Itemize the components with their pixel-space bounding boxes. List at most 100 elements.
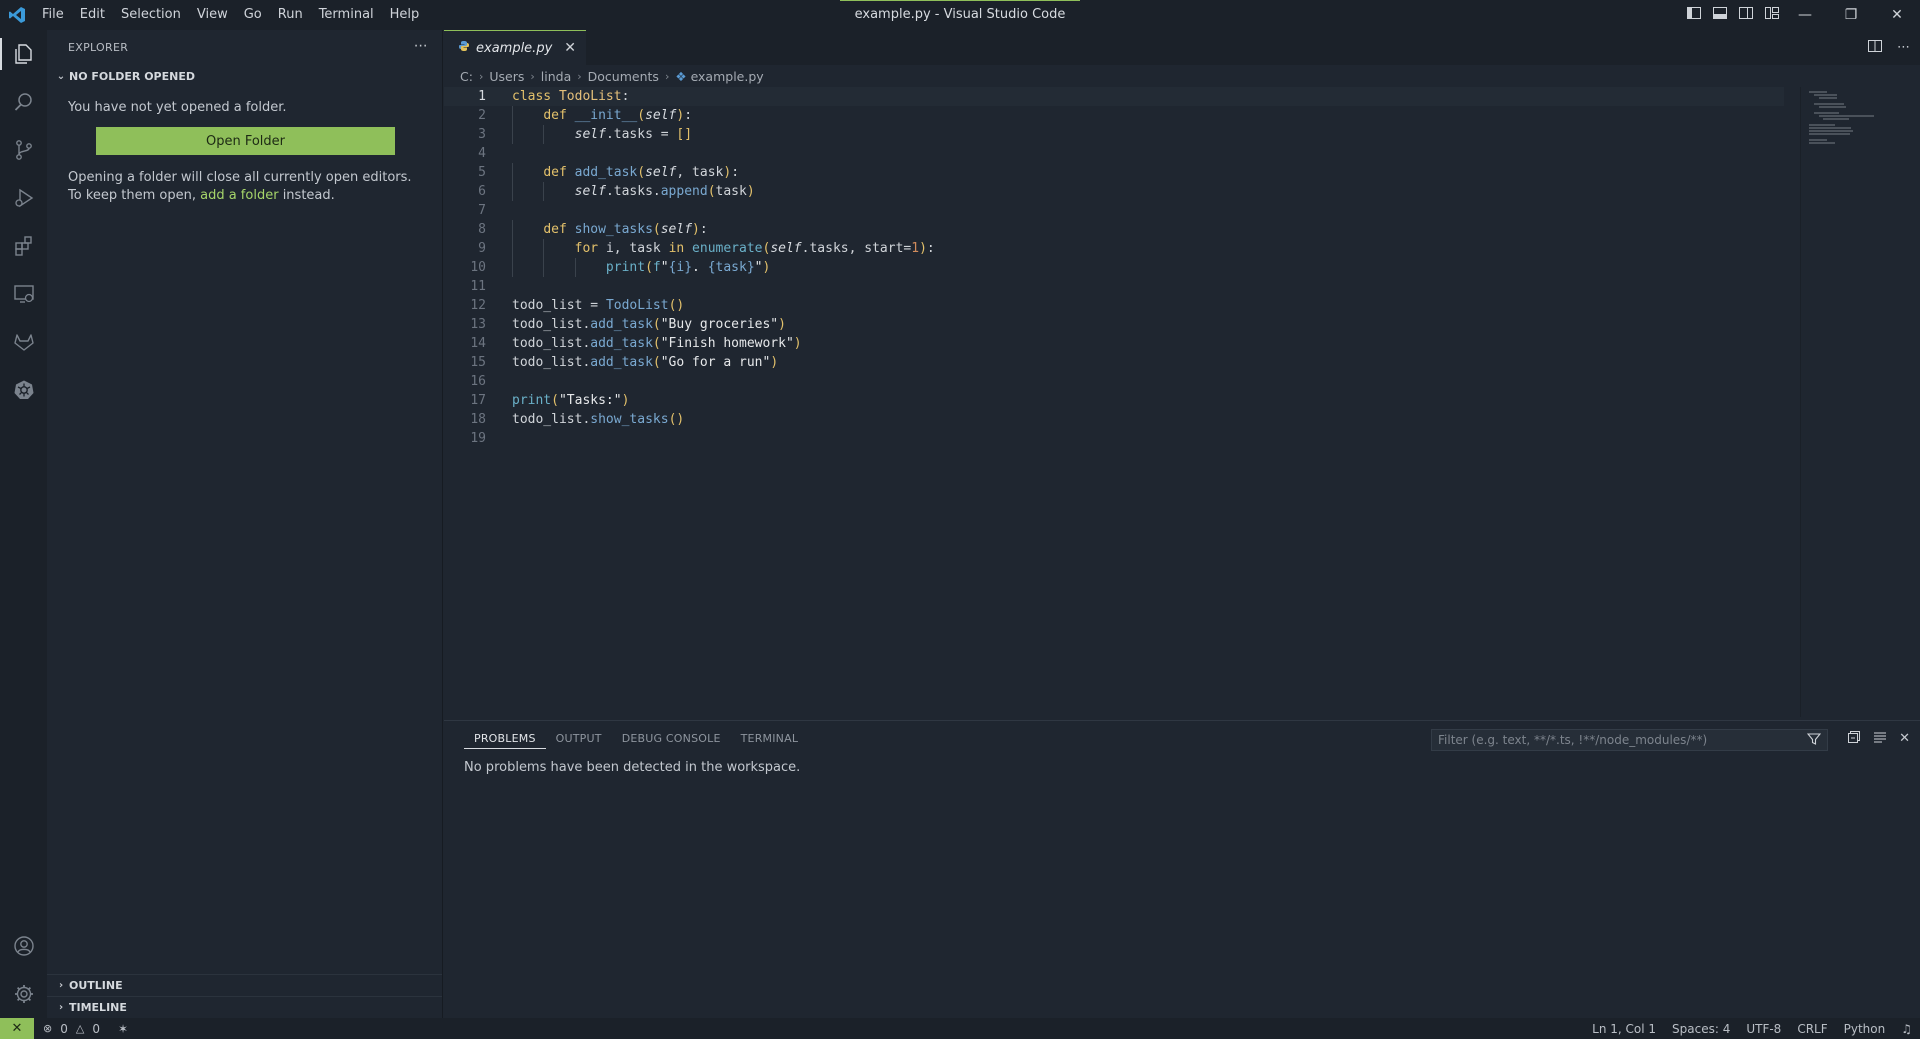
menu-file[interactable]: File: [34, 0, 72, 30]
timeline-section-header[interactable]: › TIMELINE: [47, 996, 442, 1018]
menu-view[interactable]: View: [189, 0, 236, 30]
accounts-icon[interactable]: [0, 922, 47, 970]
code-text: self.tasks.append(task): [574, 184, 755, 199]
toggle-secondary-sidebar-icon[interactable]: [1738, 5, 1754, 25]
problems-filter-input[interactable]: Filter (e.g. text, **/*.ts, !**/node_mod…: [1431, 729, 1828, 751]
code-line[interactable]: 14 todo_list.add_task("Finish homework"): [444, 334, 1784, 353]
encoding[interactable]: UTF-8: [1738, 1022, 1789, 1036]
kubernetes-icon[interactable]: [0, 366, 47, 414]
code-line[interactable]: 7: [444, 201, 1784, 220]
code-editor[interactable]: 1 class TodoList: 2 def __init__(self): 3 s…: [444, 87, 1784, 717]
editor-more-actions-icon[interactable]: ⋯: [1897, 40, 1910, 55]
code-line[interactable]: 4: [444, 144, 1784, 163]
menu-selection[interactable]: Selection: [113, 0, 189, 30]
collapse-all-icon[interactable]: [1847, 730, 1861, 748]
code-line[interactable]: 6 self.tasks.append(task): [444, 182, 1784, 201]
breadcrumb-linda[interactable]: linda: [541, 69, 571, 84]
code-text: for i, task in enumerate(self.tasks, sta…: [574, 241, 935, 256]
menu-help[interactable]: Help: [382, 0, 428, 30]
code-text: print(f"{i}. {task}"): [605, 260, 771, 275]
source-control-icon[interactable]: [0, 126, 47, 174]
code-line[interactable]: 2 def __init__(self):: [444, 106, 1784, 125]
line-number: 13: [470, 317, 486, 332]
extensions-icon[interactable]: [0, 222, 47, 270]
breadcrumb-drive[interactable]: C:: [460, 69, 473, 84]
add-folder-link[interactable]: add a folder: [200, 188, 278, 203]
line-number: 14: [470, 336, 486, 351]
code-line[interactable]: 15 todo_list.add_task("Go for a run"): [444, 353, 1784, 372]
code-line[interactable]: 17 print("Tasks:"): [444, 391, 1784, 410]
code-line[interactable]: 3 self.tasks = []: [444, 125, 1784, 144]
tab-problems[interactable]: PROBLEMS: [464, 721, 546, 749]
filter-icon[interactable]: [1806, 732, 1822, 750]
tab-example-py[interactable]: example.py ✕: [444, 30, 586, 65]
tab-debug-console[interactable]: DEBUG CONSOLE: [612, 721, 731, 756]
run-and-debug-icon[interactable]: [0, 174, 47, 222]
close-window-icon[interactable]: ✕: [1874, 0, 1920, 30]
close-panel-icon[interactable]: ✕: [1899, 731, 1910, 746]
search-icon[interactable]: [0, 78, 47, 126]
line-number: 19: [470, 431, 486, 446]
customize-layout-icon[interactable]: [1764, 5, 1780, 25]
tab-output[interactable]: OUTPUT: [546, 721, 612, 756]
menu-edit[interactable]: Edit: [72, 0, 113, 30]
warnings-icon[interactable]: △: [76, 1022, 84, 1035]
status-bar: ✕ ⊗ 0 △ 0 ✶ Ln 1, Col 1 Spaces: 4 UTF-8 …: [0, 1018, 1920, 1039]
code-line[interactable]: 18 todo_list.show_tasks(): [444, 410, 1784, 429]
remote-indicator-icon[interactable]: ✕: [0, 1018, 34, 1039]
close-tab-icon[interactable]: ✕: [564, 40, 576, 56]
ports-icon[interactable]: ✶: [108, 1022, 128, 1036]
warnings-count[interactable]: 0: [92, 1022, 100, 1036]
code-line[interactable]: 1 class TodoList:: [444, 87, 1784, 106]
code-line[interactable]: 9 for i, task in enumerate(self.tasks, s…: [444, 239, 1784, 258]
breadcrumb-file[interactable]: example.py: [691, 69, 764, 84]
line-number: 5: [478, 165, 486, 180]
restore-icon[interactable]: ❐: [1828, 0, 1874, 30]
notifications-bell-icon[interactable]: ♫: [1893, 1022, 1920, 1036]
split-editor-icon[interactable]: [1867, 38, 1883, 58]
explorer-icon[interactable]: [0, 30, 47, 78]
errors-count[interactable]: 0: [60, 1022, 68, 1036]
editor-group: example.py ✕ ⋯ C: › Users › linda › Docu…: [444, 30, 1920, 720]
remote-explorer-icon[interactable]: [0, 270, 47, 318]
status-right: Ln 1, Col 1 Spaces: 4 UTF-8 CRLF Python …: [1584, 1018, 1920, 1039]
code-line[interactable]: 11: [444, 277, 1784, 296]
code-line[interactable]: 5 def add_task(self, task):: [444, 163, 1784, 182]
menu-go[interactable]: Go: [236, 0, 270, 30]
open-folder-note: Opening a folder will close all currentl…: [47, 155, 442, 205]
line-number: 3: [478, 127, 486, 142]
code-line[interactable]: 16: [444, 372, 1784, 391]
manage-gear-icon[interactable]: [0, 970, 47, 1018]
line-number: 18: [470, 412, 486, 427]
breadcrumb-documents[interactable]: Documents: [588, 69, 659, 84]
no-folder-section-header[interactable]: ⌄ NO FOLDER OPENED: [47, 65, 442, 87]
cursor-position[interactable]: Ln 1, Col 1: [1584, 1022, 1664, 1036]
indentation[interactable]: Spaces: 4: [1664, 1022, 1738, 1036]
menu-terminal[interactable]: Terminal: [311, 0, 382, 30]
language-mode[interactable]: Python: [1836, 1022, 1894, 1036]
minimize-icon[interactable]: —: [1782, 0, 1828, 30]
no-folder-section-title: NO FOLDER OPENED: [69, 69, 195, 83]
end-of-line[interactable]: CRLF: [1789, 1022, 1835, 1036]
code-line[interactable]: 12 todo_list = TodoList(): [444, 296, 1784, 315]
open-folder-button[interactable]: Open Folder: [96, 127, 395, 155]
filter-placeholder: Filter (e.g. text, **/*.ts, !**/node_mod…: [1438, 733, 1708, 747]
gitlab-icon[interactable]: [0, 318, 47, 366]
minimap-line: [1809, 130, 1854, 132]
breadcrumb-users[interactable]: Users: [489, 69, 524, 84]
minimap[interactable]: [1800, 87, 1920, 717]
outline-section-header[interactable]: › OUTLINE: [47, 974, 442, 996]
code-line[interactable]: 19: [444, 429, 1784, 448]
menu-run[interactable]: Run: [270, 0, 311, 30]
panel-tabs: PROBLEMS OUTPUT DEBUG CONSOLE TERMINAL F…: [444, 721, 1920, 756]
errors-icon[interactable]: ⊗: [43, 1022, 52, 1035]
toggle-primary-sidebar-icon[interactable]: [1686, 5, 1702, 25]
tab-terminal[interactable]: TERMINAL: [731, 721, 809, 756]
line-number: 17: [470, 393, 486, 408]
code-line[interactable]: 13 todo_list.add_task("Buy groceries"): [444, 315, 1784, 334]
toggle-panel-icon[interactable]: [1712, 5, 1728, 25]
code-line[interactable]: 10 print(f"{i}. {task}"): [444, 258, 1784, 277]
view-as-list-icon[interactable]: [1873, 730, 1887, 748]
code-line[interactable]: 8 def show_tasks(self):: [444, 220, 1784, 239]
more-actions-icon[interactable]: ⋯: [414, 38, 428, 54]
